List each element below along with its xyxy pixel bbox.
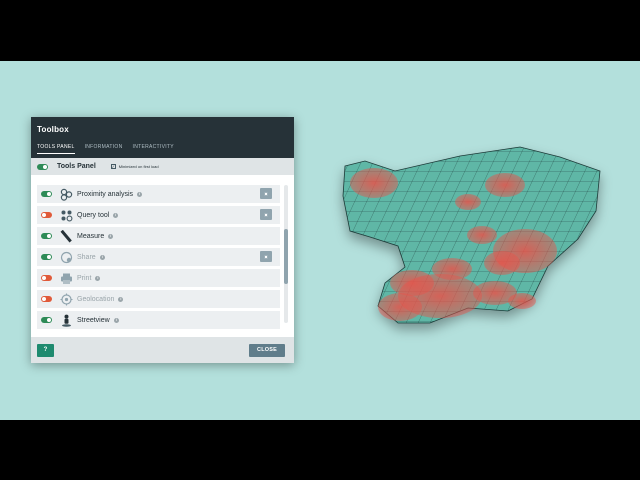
- tools-list: Proximity analysis i Query tool i Measur…: [31, 175, 294, 337]
- list-item: Share i: [37, 248, 311, 266]
- tool-toggle[interactable]: [41, 296, 52, 302]
- info-icon[interactable]: i: [113, 317, 119, 323]
- info-icon[interactable]: i: [99, 254, 105, 260]
- toolbox-panel: Toolbox TOOLS PANEL INFORMATION INTERACT…: [31, 117, 294, 363]
- close-button[interactable]: CLOSE: [249, 343, 285, 357]
- tool-label: Proximity analysis: [77, 190, 134, 198]
- scrollbar-thumb[interactable]: [284, 229, 288, 284]
- list-item: Geolocation i: [37, 290, 311, 308]
- tab-interactivity[interactable]: INTERACTIVITY: [133, 144, 174, 154]
- minimized-label: Minimized on first load: [118, 164, 159, 169]
- info-icon[interactable]: i: [118, 296, 124, 302]
- tool-label: Streetview: [77, 316, 110, 324]
- help-button[interactable]: ?: [37, 343, 54, 357]
- toolbox-header: Toolbox TOOLS PANEL INFORMATION INTERACT…: [31, 117, 294, 158]
- tool-toggle[interactable]: [41, 212, 52, 218]
- list-item: Streetview i: [37, 311, 311, 329]
- tab-tools-panel[interactable]: TOOLS PANEL: [37, 144, 75, 154]
- list-item: Query tool i: [37, 206, 311, 224]
- gear-icon: [264, 212, 268, 217]
- toolbox-title: Toolbox: [37, 125, 69, 134]
- tool-toggle[interactable]: [41, 275, 52, 281]
- tool-row-measure[interactable]: Measure i: [37, 227, 280, 245]
- tool-row-query[interactable]: Query tool i: [37, 206, 280, 224]
- share-icon: [59, 250, 73, 264]
- info-icon[interactable]: i: [108, 233, 114, 239]
- tools-scrollbar[interactable]: [284, 185, 288, 323]
- proximity-icon: [59, 187, 73, 201]
- gear-icon: [264, 254, 268, 259]
- tab-information[interactable]: INFORMATION: [85, 144, 123, 154]
- info-icon[interactable]: i: [137, 191, 143, 197]
- map-stage[interactable]: Toolbox TOOLS PANEL INFORMATION INTERACT…: [0, 61, 640, 420]
- toolbox-footer: ? CLOSE: [31, 337, 294, 363]
- info-icon[interactable]: i: [113, 212, 119, 218]
- tool-row-streetview[interactable]: Streetview i: [37, 311, 280, 329]
- tool-toggle[interactable]: [41, 254, 52, 260]
- settings-button[interactable]: [260, 188, 272, 199]
- pegman-icon: [59, 313, 73, 327]
- tool-toggle[interactable]: [41, 191, 52, 197]
- ruler-icon: [59, 229, 73, 243]
- tool-row-share[interactable]: Share i: [37, 248, 280, 266]
- gear-icon: [264, 191, 268, 196]
- toolbox-tabs: TOOLS PANEL INFORMATION INTERACTIVITY: [37, 144, 288, 154]
- list-item: Print i: [37, 269, 311, 287]
- settings-button[interactable]: [260, 209, 272, 220]
- tool-label: Geolocation: [77, 295, 115, 303]
- tool-label: Print: [77, 274, 92, 282]
- list-item: Measure i: [37, 227, 311, 245]
- query-icon: [59, 208, 73, 222]
- tool-row-geolocation[interactable]: Geolocation i: [37, 290, 280, 308]
- tools-panel-toggle[interactable]: [37, 163, 48, 170]
- settings-button[interactable]: [260, 251, 272, 262]
- crosshair-icon: [59, 292, 73, 306]
- tool-row-print[interactable]: Print i: [37, 269, 280, 287]
- tool-label: Measure: [77, 232, 105, 240]
- printer-icon: [59, 271, 73, 285]
- tools-panel-label: Tools Panel: [57, 163, 96, 170]
- tools-panel-bar: Tools Panel ✓ Minimized on first load: [31, 158, 294, 175]
- info-icon[interactable]: i: [95, 275, 101, 281]
- list-item: Proximity analysis i: [37, 185, 311, 203]
- tool-toggle[interactable]: [41, 233, 52, 239]
- tool-label: Share: [77, 253, 96, 261]
- tool-toggle[interactable]: [41, 317, 52, 323]
- minimized-checkbox[interactable]: ✓: [110, 164, 116, 169]
- tool-label: Query tool: [77, 211, 110, 219]
- tool-row-proximity[interactable]: Proximity analysis i: [37, 185, 280, 203]
